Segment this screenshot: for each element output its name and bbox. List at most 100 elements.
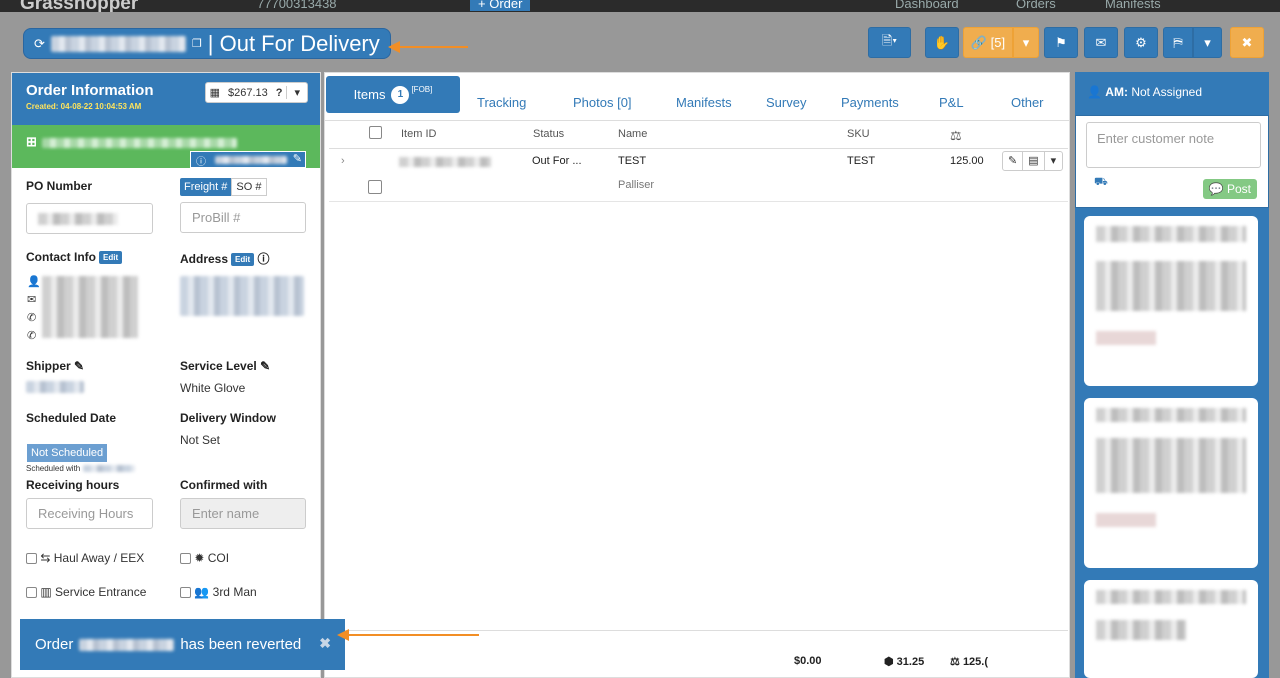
email-button[interactable]: ✉	[1084, 27, 1118, 58]
service-entrance-checkbox[interactable]	[26, 587, 37, 599]
tab-manifests[interactable]: Manifests	[676, 95, 732, 110]
post-button[interactable]: 💬 Post	[1202, 179, 1257, 199]
address-edit-button[interactable]: Edit	[231, 253, 255, 267]
customer-id-badge[interactable]: ⓘ ✎	[190, 151, 306, 168]
col-sku[interactable]: SKU	[847, 128, 870, 140]
customer-bar[interactable]: ⊞ ⓘ ✎	[12, 125, 320, 168]
truck-icon[interactable]: ⛟	[1094, 176, 1108, 190]
nav-dashboard[interactable]: Dashboard	[895, 0, 959, 11]
coi-option[interactable]: ✹ COI	[180, 551, 229, 565]
customer-note-input[interactable]: Enter customer note	[1086, 122, 1261, 168]
phone-search[interactable]: 77700313438	[257, 0, 337, 11]
order-status-title: | Out For Delivery	[207, 30, 380, 56]
close-button[interactable]: ✖	[1230, 27, 1264, 58]
brand-logo: Grasshopper	[20, 0, 139, 12]
col-status[interactable]: Status	[533, 128, 564, 140]
save-dropdown[interactable]: ▾	[1193, 27, 1222, 58]
expand-chevron-icon[interactable]: ›	[341, 155, 345, 167]
tab-pl[interactable]: P&L	[939, 95, 964, 110]
note-text-redacted	[1096, 331, 1156, 345]
contact-edit-button[interactable]: Edit	[99, 251, 123, 265]
scheduled-date-label: Scheduled Date	[26, 411, 117, 425]
order-modal: ⟳ ❐ | Out For Delivery 🗎▾ ✋ 🔗 [5] ▾ ⚑ ✉ …	[0, 12, 1280, 678]
settings-button[interactable]: ⚙	[1124, 27, 1158, 58]
close-icon[interactable]: ✖	[319, 635, 331, 652]
tab-survey[interactable]: Survey	[766, 95, 806, 110]
edit-icon[interactable]: ✎	[74, 359, 84, 373]
new-order-button[interactable]: + Order	[470, 0, 531, 11]
links-dropdown[interactable]: ▾	[1013, 27, 1039, 58]
receiving-hours-input[interactable]: Receiving Hours	[26, 498, 153, 529]
tab-tracking[interactable]: Tracking	[477, 95, 526, 110]
note-card	[1084, 398, 1258, 568]
col-item-id[interactable]: Item ID	[401, 128, 436, 140]
edit-icon[interactable]: ✎	[293, 152, 302, 165]
third-man-checkbox[interactable]	[180, 587, 191, 599]
po-input[interactable]	[26, 203, 153, 234]
service-entrance-option[interactable]: ▥ Service Entrance	[26, 585, 146, 599]
tab-payments[interactable]: Payments	[841, 95, 899, 110]
document-menu-button[interactable]: 🗎▾	[868, 27, 911, 58]
links-button[interactable]: 🔗 [5]	[963, 27, 1013, 58]
edit-icon[interactable]: ✎	[1003, 152, 1024, 170]
po-value-redacted	[38, 212, 118, 225]
tab-freight[interactable]: Freight #	[180, 178, 232, 196]
select-all-checkbox[interactable]	[369, 126, 382, 139]
tab-bar: Items 1 [FOB] Tracking Photos [0] Manifest…	[325, 73, 1069, 121]
calculator-icon: ▦	[209, 87, 220, 99]
caret-down-icon: ▾	[286, 86, 307, 99]
haul-away-option[interactable]: ⇆ Haul Away / EEX	[26, 551, 144, 565]
tab-items[interactable]: Items 1 [FOB]	[326, 76, 460, 113]
tab-so[interactable]: SO #	[231, 178, 267, 196]
note-text-redacted	[1096, 408, 1246, 422]
divider	[329, 201, 1068, 202]
customer-id-redacted	[215, 156, 287, 164]
totals-divider	[329, 630, 1068, 631]
caret-down-icon[interactable]: ▾	[1045, 152, 1063, 170]
note-text-redacted	[1096, 438, 1246, 493]
created-date: Created: 04-08-22 10:04:53 AM	[26, 102, 142, 111]
cube-icon: ⬢	[884, 656, 894, 668]
exchange-icon: ⇆	[40, 551, 51, 565]
haul-away-checkbox[interactable]	[26, 553, 37, 565]
refresh-icon[interactable]: ⟳	[34, 36, 45, 52]
row-actions: ✎ ▤ ▾	[1002, 151, 1064, 171]
notes-panel: 👤 AM: Not Assigned Enter customer note ⛟…	[1075, 72, 1269, 678]
nav-manifests[interactable]: Manifests	[1105, 0, 1161, 11]
col-name[interactable]: Name	[618, 128, 647, 140]
flag-button[interactable]: ⚑	[1044, 27, 1078, 58]
document-icon: 🗎▾	[881, 32, 898, 48]
note-text-redacted	[1096, 620, 1186, 640]
nav-orders[interactable]: Orders	[1016, 0, 1056, 11]
envelope-icon: ✉	[1095, 34, 1107, 50]
annotation-arrow	[388, 41, 468, 53]
top-navbar: Grasshopper 77700313438 + Order Dashboar…	[0, 0, 1280, 12]
order-number-redacted	[50, 35, 186, 52]
coi-checkbox[interactable]	[180, 553, 191, 565]
note-card	[1084, 580, 1258, 678]
list-icon[interactable]: ▤	[1023, 152, 1045, 170]
row-value: 125.00	[950, 155, 984, 167]
not-scheduled-badge[interactable]: Not Scheduled	[27, 444, 108, 462]
edit-icon[interactable]: ✎	[260, 359, 270, 373]
order-title: ⟳ ❐ | Out For Delivery	[23, 28, 391, 59]
address-label: Address Edit ⓘ	[180, 252, 270, 267]
items-count-badge: 1	[391, 85, 410, 104]
save-flag-button[interactable]: ⛿	[1163, 27, 1193, 58]
annotation-arrow	[337, 629, 479, 641]
question-icon: ?	[275, 86, 283, 99]
hold-button[interactable]: ✋	[925, 27, 959, 58]
tab-other[interactable]: Other	[1011, 95, 1044, 110]
delivery-window-label: Delivery Window	[180, 411, 276, 425]
delivery-window-value: Not Set	[180, 433, 221, 447]
probill-input[interactable]: ProBill #	[180, 202, 306, 233]
price-dropdown[interactable]: ▦ $267.13 ? ▾	[204, 82, 308, 103]
building-icon: ▥	[40, 585, 52, 599]
copy-icon[interactable]: ❐	[192, 37, 202, 50]
row-checkbox[interactable]	[368, 180, 382, 194]
plus-icon[interactable]: ⊞	[26, 134, 37, 150]
confirmed-with-input[interactable]: Enter name	[180, 498, 306, 529]
tab-photos[interactable]: Photos [0]	[573, 95, 632, 110]
third-man-option[interactable]: 👥 3rd Man	[180, 585, 257, 599]
scale-icon[interactable]: ⚖	[950, 128, 962, 144]
